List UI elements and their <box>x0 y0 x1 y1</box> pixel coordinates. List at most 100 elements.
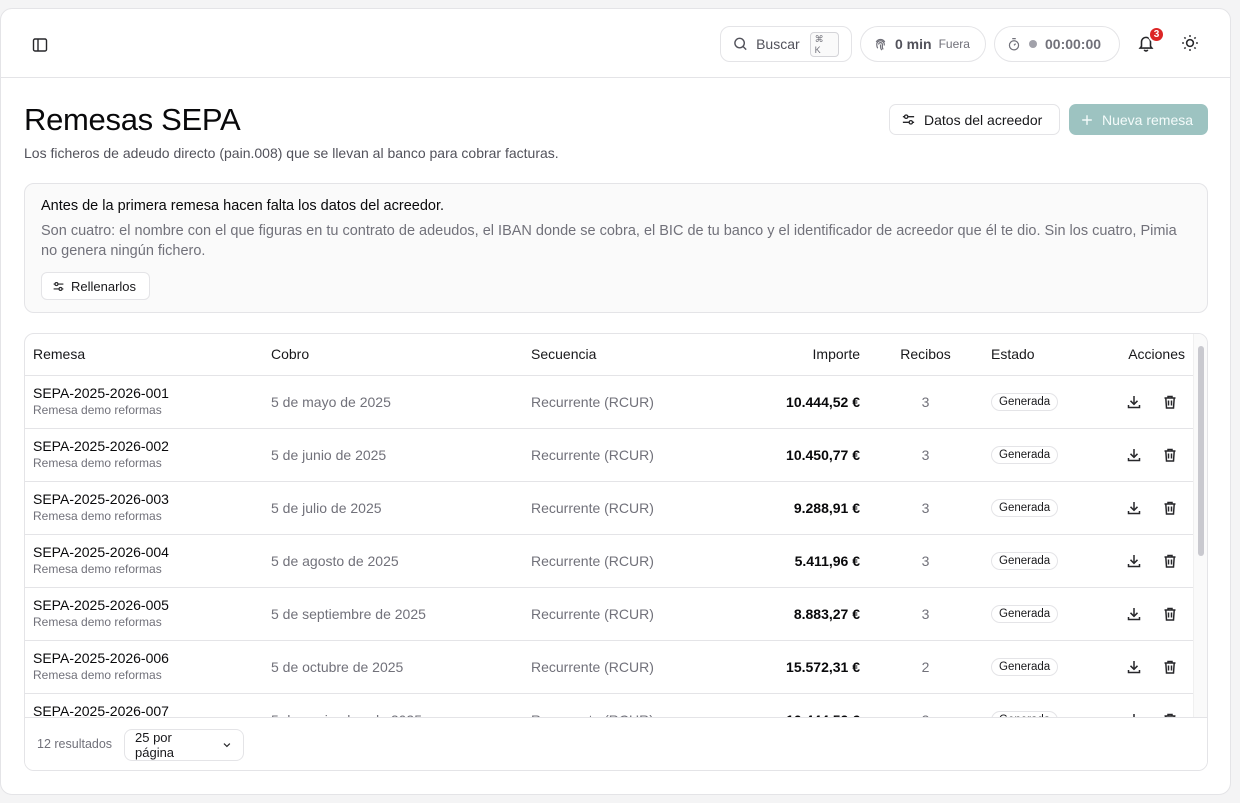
remittance-id[interactable]: SEPA-2025-2026-007 <box>33 703 255 717</box>
collection-date: 5 de mayo de 2025 <box>263 375 523 429</box>
new-remittance-button[interactable]: Nueva remesa <box>1069 104 1208 135</box>
creditor-data-button[interactable]: Datos del acreedor <box>889 104 1060 135</box>
remittance-id[interactable]: SEPA-2025-2026-001 <box>33 385 255 402</box>
sequence-type: Recurrente (RCUR) <box>523 428 703 482</box>
status-badge: Generada <box>991 552 1059 570</box>
alert-body: Son cuatro: el nombre con el que figuras… <box>41 223 1177 259</box>
creditor-data-label: Datos del acreedor <box>924 111 1043 128</box>
amount: 10.450,77 € <box>786 446 860 463</box>
remittance-id[interactable]: SEPA-2025-2026-006 <box>33 650 255 667</box>
new-remittance-label: Nueva remesa <box>1102 111 1194 128</box>
sun-icon <box>1182 35 1198 51</box>
sequence-type: Recurrente (RCUR) <box>523 534 703 588</box>
status-badge: Generada <box>991 499 1059 517</box>
remittance-id[interactable]: SEPA-2025-2026-003 <box>33 491 255 508</box>
column-header-recibos[interactable]: Recibos <box>868 334 983 376</box>
status-badge: Generada <box>991 393 1059 411</box>
download-button[interactable] <box>1121 442 1147 468</box>
sliders-icon <box>53 281 64 291</box>
receipts-count: 3 <box>868 481 983 535</box>
search-button[interactable]: Buscar ⌘ K <box>720 26 852 62</box>
sidebar-toggle-button[interactable] <box>25 30 55 60</box>
remittances-table: Remesa Cobro Secuencia Importe Recibos E… <box>25 334 1193 717</box>
table-row[interactable]: SEPA-2025-2026-001 Remesa demo reformas … <box>25 375 1193 429</box>
collection-date: 5 de septiembre de 2025 <box>263 587 523 641</box>
table-row[interactable]: SEPA-2025-2026-002 Remesa demo reformas … <box>25 428 1193 482</box>
timer-button[interactable]: 00:00:00 <box>994 26 1120 62</box>
stopwatch-icon <box>1008 37 1020 51</box>
amount: 9.288,91 € <box>793 499 860 516</box>
download-button[interactable] <box>1121 548 1147 574</box>
search-icon <box>734 37 747 51</box>
collection-date: 5 de noviembre de 2025 <box>263 693 523 717</box>
timer-value: 00:00:00 <box>1045 36 1102 52</box>
table-row[interactable]: SEPA-2025-2026-004 Remesa demo reformas … <box>25 534 1193 588</box>
app-window: Buscar ⌘ K 0 min Fuera 00:00:00 3 Remesa… <box>0 8 1231 795</box>
download-icon <box>1127 660 1141 673</box>
fill-creditor-data-button[interactable]: Rellenarlos <box>41 272 150 300</box>
amount: 15.572,31 € <box>786 658 860 675</box>
status-badge: Generada <box>991 605 1059 623</box>
trash-icon <box>1164 395 1176 409</box>
column-header-estado[interactable]: Estado <box>983 334 1083 376</box>
sequence-type: Recurrente (RCUR) <box>523 640 703 694</box>
presence-status: Fuera <box>938 37 970 51</box>
notification-count-badge: 3 <box>1148 26 1165 43</box>
trash-icon <box>1164 448 1176 462</box>
trash-icon <box>1164 607 1176 621</box>
row-actions <box>1091 495 1185 521</box>
column-header-secuencia[interactable]: Secuencia <box>523 334 703 376</box>
remittance-description: Remesa demo reformas <box>33 562 162 576</box>
page-size-value: 25 por página <box>135 730 175 760</box>
receipts-count: 3 <box>868 693 983 717</box>
column-header-importe[interactable]: Importe <box>703 334 868 376</box>
trash-icon <box>1164 554 1176 568</box>
table-scrollbar[interactable] <box>1193 334 1207 717</box>
remittance-id[interactable]: SEPA-2025-2026-004 <box>33 544 255 561</box>
amount: 5.411,96 € <box>794 552 860 569</box>
table-footer: 12 resultados 25 por página <box>25 717 1207 770</box>
download-button[interactable] <box>1121 389 1147 415</box>
delete-button[interactable] <box>1157 601 1183 627</box>
trash-icon <box>1164 501 1176 515</box>
download-button[interactable] <box>1121 654 1147 680</box>
delete-button[interactable] <box>1157 654 1183 680</box>
theme-toggle-button[interactable] <box>1177 30 1203 56</box>
table-row[interactable]: SEPA-2025-2026-006 Remesa demo reformas … <box>25 640 1193 694</box>
download-icon <box>1127 448 1141 461</box>
delete-button[interactable] <box>1157 707 1183 717</box>
table-row[interactable]: SEPA-2025-2026-007 Remesa demo reformas … <box>25 693 1193 717</box>
download-button[interactable] <box>1121 495 1147 521</box>
amount: 8.883,27 € <box>793 605 860 622</box>
table-scroll-area[interactable]: Remesa Cobro Secuencia Importe Recibos E… <box>25 334 1193 717</box>
table-row[interactable]: SEPA-2025-2026-003 Remesa demo reformas … <box>25 481 1193 535</box>
collection-date: 5 de agosto de 2025 <box>263 534 523 588</box>
collection-date: 5 de octubre de 2025 <box>263 640 523 694</box>
sequence-type: Recurrente (RCUR) <box>523 587 703 641</box>
receipts-count: 3 <box>868 534 983 588</box>
delete-button[interactable] <box>1157 548 1183 574</box>
page-size-select[interactable]: 25 por página <box>124 729 244 761</box>
delete-button[interactable] <box>1157 442 1183 468</box>
receipts-count: 3 <box>868 587 983 641</box>
download-button[interactable] <box>1121 707 1147 717</box>
page-title: Remesas SEPA <box>24 102 241 137</box>
search-label: Buscar <box>756 36 800 52</box>
table-row[interactable]: SEPA-2025-2026-005 Remesa demo reformas … <box>25 587 1193 641</box>
scrollbar-thumb[interactable] <box>1198 346 1204 556</box>
sliders-icon <box>902 114 915 125</box>
remittance-description: Remesa demo reformas <box>33 456 162 470</box>
column-header-remesa[interactable]: Remesa <box>25 334 263 376</box>
results-count: 12 resultados <box>37 737 113 751</box>
presence-button[interactable]: 0 min Fuera <box>860 26 986 62</box>
delete-button[interactable] <box>1157 389 1183 415</box>
remittance-id[interactable]: SEPA-2025-2026-002 <box>33 438 255 455</box>
download-icon <box>1127 554 1141 567</box>
trash-icon <box>1164 660 1176 674</box>
delete-button[interactable] <box>1157 495 1183 521</box>
column-header-cobro[interactable]: Cobro <box>263 334 523 376</box>
row-actions <box>1091 548 1185 574</box>
row-actions <box>1091 601 1185 627</box>
remittance-id[interactable]: SEPA-2025-2026-005 <box>33 597 255 614</box>
download-button[interactable] <box>1121 601 1147 627</box>
